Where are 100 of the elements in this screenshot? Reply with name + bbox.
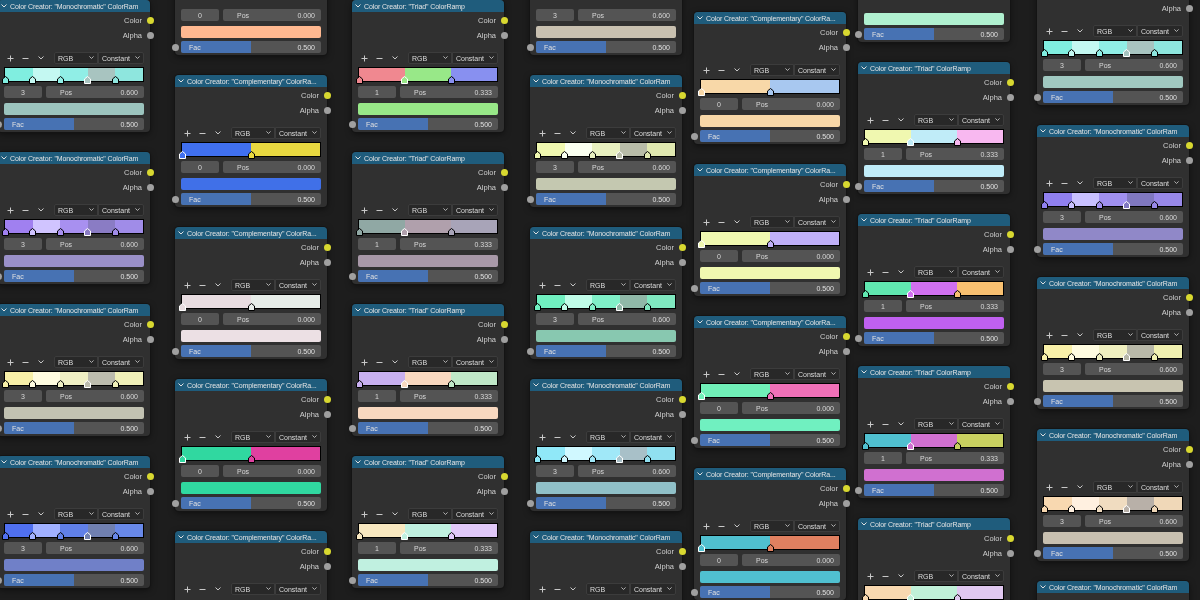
output-socket[interactable] — [678, 244, 686, 251]
input-socket[interactable] — [171, 347, 179, 355]
color-swatch[interactable] — [700, 571, 840, 583]
color-stop-handle[interactable] — [1040, 49, 1048, 57]
color-swatch[interactable] — [358, 407, 498, 419]
color-stop-handle[interactable] — [561, 151, 569, 159]
color-ramp[interactable] — [536, 294, 676, 309]
output-socket[interactable] — [500, 321, 508, 328]
color-swatch[interactable] — [864, 13, 1004, 25]
output-socket[interactable] — [323, 92, 331, 99]
color-stop-handle[interactable] — [1, 76, 9, 84]
color-stop-handle[interactable] — [861, 138, 869, 146]
color-stop-handle[interactable] — [1150, 49, 1158, 57]
color-stop-handle[interactable] — [355, 532, 363, 540]
color-stop-handle[interactable] — [1150, 201, 1158, 209]
color-stop-handle[interactable] — [56, 228, 64, 236]
input-socket[interactable] — [854, 334, 862, 342]
output-socket[interactable] — [1006, 246, 1014, 253]
input-socket[interactable] — [526, 195, 534, 203]
color-ramp[interactable] — [864, 585, 1004, 600]
input-socket[interactable] — [1033, 93, 1041, 101]
collapse-chevron-icon[interactable] — [861, 218, 867, 222]
collapse-chevron-icon[interactable] — [178, 231, 184, 235]
color-ramp[interactable] — [536, 142, 676, 157]
color-swatch[interactable] — [864, 469, 1004, 481]
color-stop-handle[interactable] — [447, 76, 455, 84]
output-socket[interactable] — [323, 563, 331, 570]
output-socket[interactable] — [842, 333, 850, 340]
color-stop-handle[interactable] — [1068, 49, 1076, 57]
color-swatch[interactable] — [4, 103, 144, 115]
output-socket[interactable] — [1185, 294, 1193, 301]
color-stop-handle[interactable] — [1, 228, 9, 236]
color-stop-handle[interactable] — [766, 240, 774, 248]
collapse-chevron-icon[interactable] — [533, 535, 539, 539]
output-socket[interactable] — [1006, 535, 1014, 542]
color-stop-handle[interactable] — [247, 151, 255, 159]
input-socket[interactable] — [690, 436, 698, 444]
output-socket[interactable] — [323, 244, 331, 251]
output-socket[interactable] — [146, 184, 154, 191]
color-ramp[interactable] — [4, 523, 144, 538]
collapse-chevron-icon[interactable] — [1040, 433, 1046, 437]
output-socket[interactable] — [842, 196, 850, 203]
output-socket[interactable] — [323, 396, 331, 403]
color-ramp[interactable] — [4, 219, 144, 234]
color-stop-handle[interactable] — [1068, 505, 1076, 513]
color-stop-handle[interactable] — [953, 594, 961, 600]
color-swatch[interactable] — [536, 482, 676, 494]
color-stop-handle[interactable] — [111, 380, 119, 388]
collapse-chevron-icon[interactable] — [697, 16, 703, 20]
output-socket[interactable] — [500, 17, 508, 24]
color-ramp[interactable] — [358, 523, 498, 538]
output-socket[interactable] — [678, 92, 686, 99]
color-stop-handle[interactable] — [643, 151, 651, 159]
color-stop-handle[interactable] — [1150, 505, 1158, 513]
output-socket[interactable] — [842, 44, 850, 51]
color-swatch[interactable] — [1043, 380, 1183, 392]
input-socket[interactable] — [854, 486, 862, 494]
collapse-chevron-icon[interactable] — [355, 4, 361, 8]
color-ramp[interactable] — [181, 446, 321, 461]
output-socket[interactable] — [842, 29, 850, 36]
color-stop-handle[interactable] — [1, 532, 9, 540]
color-stop-handle[interactable] — [953, 290, 961, 298]
color-ramp[interactable] — [700, 535, 840, 550]
collapse-chevron-icon[interactable] — [533, 79, 539, 83]
color-swatch[interactable] — [181, 482, 321, 494]
color-ramp[interactable] — [358, 371, 498, 386]
color-stop-handle[interactable] — [861, 442, 869, 450]
color-ramp[interactable] — [4, 371, 144, 386]
color-stop-handle[interactable] — [766, 392, 774, 400]
output-socket[interactable] — [500, 169, 508, 176]
color-ramp[interactable] — [536, 446, 676, 461]
color-swatch[interactable] — [536, 178, 676, 190]
color-swatch[interactable] — [358, 559, 498, 571]
color-stop-handle[interactable] — [29, 76, 37, 84]
color-stop-handle[interactable] — [533, 455, 541, 463]
input-socket[interactable] — [854, 30, 862, 38]
color-stop-handle[interactable] — [861, 594, 869, 600]
color-ramp[interactable] — [358, 219, 498, 234]
collapse-chevron-icon[interactable] — [533, 231, 539, 235]
color-stop-handle[interactable] — [1150, 353, 1158, 361]
output-socket[interactable] — [678, 259, 686, 266]
output-socket[interactable] — [678, 548, 686, 555]
color-stop-handle[interactable] — [247, 455, 255, 463]
input-socket[interactable] — [1033, 245, 1041, 253]
color-stop-handle[interactable] — [953, 138, 961, 146]
color-stop-handle[interactable] — [1040, 505, 1048, 513]
output-socket[interactable] — [323, 548, 331, 555]
color-stop-handle[interactable] — [355, 228, 363, 236]
color-stop-handle[interactable] — [29, 380, 37, 388]
output-socket[interactable] — [1185, 461, 1193, 468]
output-socket[interactable] — [1185, 309, 1193, 316]
input-socket[interactable] — [690, 588, 698, 596]
output-socket[interactable] — [678, 563, 686, 570]
output-socket[interactable] — [146, 473, 154, 480]
output-socket[interactable] — [146, 17, 154, 24]
color-stop-handle[interactable] — [111, 532, 119, 540]
collapse-chevron-icon[interactable] — [1040, 281, 1046, 285]
color-ramp[interactable] — [1043, 192, 1183, 207]
color-swatch[interactable] — [536, 26, 676, 38]
color-stop-handle[interactable] — [56, 76, 64, 84]
